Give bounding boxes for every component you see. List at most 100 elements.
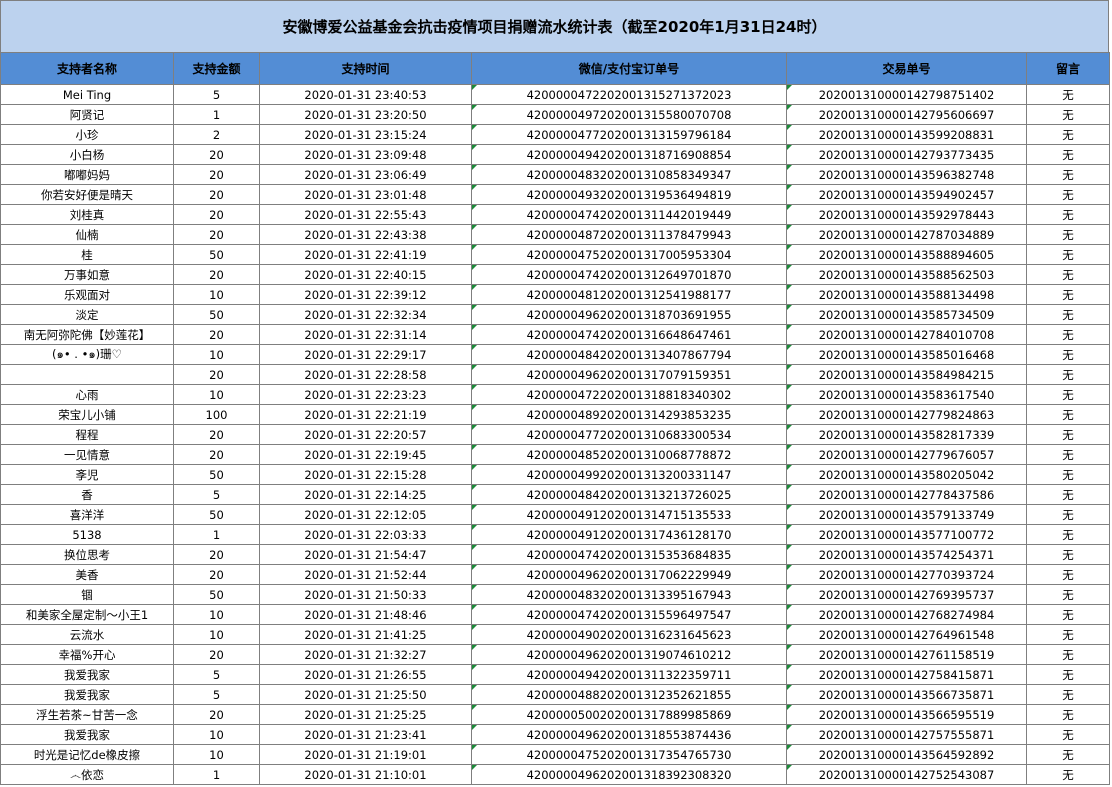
cell-amount[interactable]: 20	[173, 364, 260, 385]
cell-message[interactable]: 无	[1026, 404, 1110, 425]
cell-message[interactable]: 无	[1026, 84, 1110, 105]
cell-message[interactable]: 无	[1026, 644, 1110, 665]
cell-order-no[interactable]: 4200000484202001313407867794	[471, 344, 787, 365]
cell-name[interactable]: 换位思考	[0, 544, 174, 565]
cell-amount[interactable]: 100	[173, 404, 260, 425]
cell-time[interactable]: 2020-01-31 22:43:38	[259, 224, 472, 245]
cell-transaction-no[interactable]: 202001310000143564592892	[786, 744, 1027, 765]
cell-time[interactable]: 2020-01-31 22:19:45	[259, 444, 472, 465]
cell-order-no[interactable]: 4200000474202001315596497547	[471, 604, 787, 625]
cell-order-no[interactable]: 4200000494202001318716908854	[471, 144, 787, 165]
cell-name[interactable]: 锢	[0, 584, 174, 605]
cell-order-no[interactable]: 4200000472202001318818340302	[471, 384, 787, 405]
cell-transaction-no[interactable]: 202001310000143584984215	[786, 364, 1027, 385]
cell-amount[interactable]: 50	[173, 584, 260, 605]
cell-message[interactable]: 无	[1026, 244, 1110, 265]
cell-time[interactable]: 2020-01-31 21:10:01	[259, 764, 472, 785]
cell-amount[interactable]: 5	[173, 484, 260, 505]
cell-amount[interactable]: 20	[173, 264, 260, 285]
cell-name[interactable]: 心雨	[0, 384, 174, 405]
cell-message[interactable]: 无	[1026, 104, 1110, 125]
cell-order-no[interactable]: 4200000496202001317062229949	[471, 564, 787, 585]
cell-transaction-no[interactable]: 202001310000142758415871	[786, 664, 1027, 685]
cell-message[interactable]: 无	[1026, 224, 1110, 245]
cell-message[interactable]: 无	[1026, 504, 1110, 525]
cell-order-no[interactable]: 4200000472202001315271372023	[471, 84, 787, 105]
cell-name[interactable]: 喜洋洋	[0, 504, 174, 525]
cell-message[interactable]: 无	[1026, 164, 1110, 185]
cell-message[interactable]: 无	[1026, 764, 1110, 785]
cell-name[interactable]: 你若安好便是晴天	[0, 184, 174, 205]
cell-message[interactable]: 无	[1026, 424, 1110, 445]
cell-order-no[interactable]: 4200000483202001310858349347	[471, 164, 787, 185]
cell-message[interactable]: 无	[1026, 284, 1110, 305]
cell-order-no[interactable]: 4200000489202001314293853235	[471, 404, 787, 425]
cell-name[interactable]: 阿贤记	[0, 104, 174, 125]
cell-message[interactable]: 无	[1026, 204, 1110, 225]
cell-order-no[interactable]: 4200000496202001318553874436	[471, 724, 787, 745]
cell-time[interactable]: 2020-01-31 22:14:25	[259, 484, 472, 505]
cell-time[interactable]: 2020-01-31 22:23:23	[259, 384, 472, 405]
cell-name[interactable]: 乐观面对	[0, 284, 174, 305]
cell-amount[interactable]: 20	[173, 184, 260, 205]
cell-transaction-no[interactable]: 202001310000143585016468	[786, 344, 1027, 365]
cell-name[interactable]: 5138	[0, 524, 174, 545]
cell-amount[interactable]: 10	[173, 284, 260, 305]
cell-amount[interactable]: 10	[173, 604, 260, 625]
cell-transaction-no[interactable]: 202001310000142768274984	[786, 604, 1027, 625]
cell-amount[interactable]: 1	[173, 764, 260, 785]
cell-message[interactable]: 无	[1026, 184, 1110, 205]
cell-message[interactable]: 无	[1026, 484, 1110, 505]
cell-amount[interactable]: 50	[173, 504, 260, 525]
cell-transaction-no[interactable]: 202001310000143580205042	[786, 464, 1027, 485]
cell-name[interactable]: 小珍	[0, 124, 174, 145]
cell-message[interactable]: 无	[1026, 724, 1110, 745]
cell-message[interactable]: 无	[1026, 584, 1110, 605]
cell-message[interactable]: 无	[1026, 464, 1110, 485]
cell-message[interactable]: 无	[1026, 564, 1110, 585]
cell-name[interactable]: 小白杨	[0, 144, 174, 165]
cell-amount[interactable]: 20	[173, 144, 260, 165]
cell-transaction-no[interactable]: 202001310000143588894605	[786, 244, 1027, 265]
cell-time[interactable]: 2020-01-31 21:50:33	[259, 584, 472, 605]
cell-order-no[interactable]: 4200000493202001319536494819	[471, 184, 787, 205]
cell-order-no[interactable]: 4200000485202001310068778872	[471, 444, 787, 465]
cell-name[interactable]: (๑• . •๑)珊♡	[0, 344, 174, 365]
cell-time[interactable]: 2020-01-31 21:48:46	[259, 604, 472, 625]
cell-amount[interactable]: 20	[173, 324, 260, 345]
cell-time[interactable]: 2020-01-31 21:23:41	[259, 724, 472, 745]
cell-message[interactable]: 无	[1026, 684, 1110, 705]
cell-transaction-no[interactable]: 202001310000142784010708	[786, 324, 1027, 345]
cell-amount[interactable]: 20	[173, 444, 260, 465]
cell-order-no[interactable]: 4200000496202001318703691955	[471, 304, 787, 325]
cell-name[interactable]: 万事如意	[0, 264, 174, 285]
cell-time[interactable]: 2020-01-31 21:32:27	[259, 644, 472, 665]
cell-name[interactable]	[0, 364, 174, 385]
cell-order-no[interactable]: 4200000491202001314715135533	[471, 504, 787, 525]
cell-transaction-no[interactable]: 202001310000142787034889	[786, 224, 1027, 245]
cell-order-no[interactable]: 4200000475202001317005953304	[471, 244, 787, 265]
cell-order-no[interactable]: 4200000487202001311378479943	[471, 224, 787, 245]
cell-time[interactable]: 2020-01-31 22:39:12	[259, 284, 472, 305]
cell-name[interactable]: Mei Ting	[0, 84, 174, 105]
cell-transaction-no[interactable]: 202001310000142752543087	[786, 764, 1027, 785]
cell-message[interactable]: 无	[1026, 324, 1110, 345]
cell-name[interactable]: 仙楠	[0, 224, 174, 245]
cell-amount[interactable]: 20	[173, 644, 260, 665]
cell-transaction-no[interactable]: 202001310000143594902457	[786, 184, 1027, 205]
cell-transaction-no[interactable]: 202001310000142779824863	[786, 404, 1027, 425]
cell-message[interactable]: 无	[1026, 264, 1110, 285]
cell-transaction-no[interactable]: 202001310000142764961548	[786, 624, 1027, 645]
cell-transaction-no[interactable]: 202001310000143566735871	[786, 684, 1027, 705]
cell-name[interactable]: ෴依恋	[0, 764, 174, 785]
cell-message[interactable]: 无	[1026, 604, 1110, 625]
header-cell-message[interactable]: 留言	[1026, 52, 1110, 85]
cell-order-no[interactable]: 4200000481202001312541988177	[471, 284, 787, 305]
cell-transaction-no[interactable]: 202001310000143596382748	[786, 164, 1027, 185]
cell-time[interactable]: 2020-01-31 21:54:47	[259, 544, 472, 565]
cell-amount[interactable]: 20	[173, 224, 260, 245]
cell-order-no[interactable]: 4200000496202001319074610212	[471, 644, 787, 665]
cell-order-no[interactable]: 4200000477202001310683300534	[471, 424, 787, 445]
cell-order-no[interactable]: 4200000474202001316648647461	[471, 324, 787, 345]
cell-name[interactable]: 我爱我家	[0, 664, 174, 685]
